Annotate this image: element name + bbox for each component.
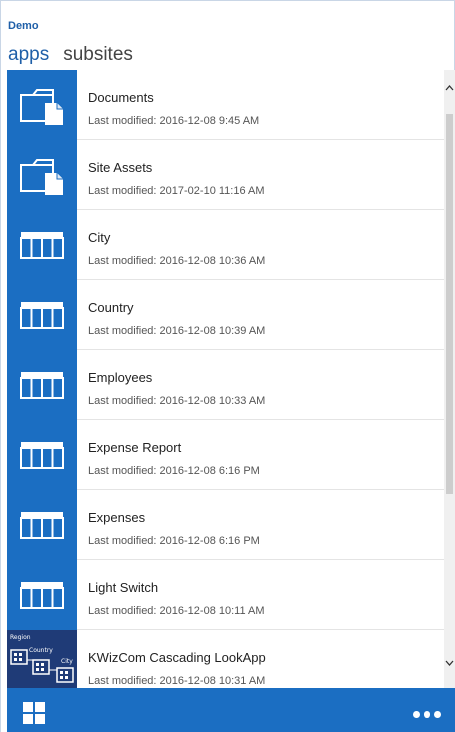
item-name: Employees [88,370,153,385]
cascading-lookup-app-icon: Region Country City [7,630,77,688]
list-table-icon [7,560,77,630]
dot [413,711,420,718]
list-item-kwizcom-cascading-lookapp[interactable]: Region Country City KWizCom Cascading Lo… [7,630,444,688]
dot [434,711,442,718]
item-name: Light Switch [88,580,159,595]
scroll-down-icon[interactable] [444,658,455,670]
list-table-icon [7,210,77,280]
item-name: City [88,230,111,245]
tab-apps[interactable]: apps [8,44,49,66]
tab-subsites[interactable]: subsites [63,44,133,66]
view-tabs: apps subsites [8,44,133,70]
item-name: Expense Report [88,440,182,455]
app-list: Documents Last modified: 2016-12-08 9:45… [7,70,444,688]
scrollbar-thumb[interactable] [446,114,453,494]
app-bar [7,688,455,732]
item-modified: Last modified: 2016-12-08 10:36 AM [88,255,266,267]
item-modified: Last modified: 2016-12-08 10:33 AM [88,395,266,407]
list-table-icon [7,280,77,350]
item-name: KWizCom Cascading LookApp [88,650,266,665]
list-item-city[interactable]: City Last modified: 2016-12-08 10:36 AM [7,210,444,280]
item-modified: Last modified: 2016-12-08 10:39 AM [88,325,266,337]
list-item-light-switch[interactable]: Light Switch Last modified: 2016-12-08 1… [7,560,444,630]
list-table-icon [7,420,77,490]
item-name: Documents [88,90,154,105]
item-modified: Last modified: 2017-02-10 11:16 AM [88,185,265,197]
dot [423,711,431,718]
item-modified: Last modified: 2016-12-08 9:45 AM [88,115,260,127]
list-item-expenses[interactable]: Expenses Last modified: 2016-12-08 6:16 … [7,490,444,560]
list-item-country[interactable]: Country Last modified: 2016-12-08 10:39 … [7,280,444,350]
item-name: Country [88,300,134,315]
folder-document-icon [7,140,77,210]
tiles-view-icon[interactable] [23,702,45,724]
scroll-up-icon[interactable] [444,82,455,94]
item-modified: Last modified: 2016-12-08 10:31 AM [88,675,266,687]
item-modified: Last modified: 2016-12-08 6:16 PM [88,535,260,547]
list-item-site-assets[interactable]: Site Assets Last modified: 2017-02-10 11… [7,140,444,210]
list-table-icon [7,350,77,420]
list-item-expense-report[interactable]: Expense Report Last modified: 2016-12-08… [7,420,444,490]
vertical-scrollbar[interactable] [444,70,455,688]
list-table-icon [7,490,77,560]
site-title[interactable]: Demo [8,20,39,32]
item-name: Expenses [88,510,146,525]
list-item-documents[interactable]: Documents Last modified: 2016-12-08 9:45… [7,70,444,140]
item-name: Site Assets [88,160,153,175]
item-modified: Last modified: 2016-12-08 6:16 PM [88,465,260,477]
folder-document-icon [7,70,77,140]
list-item-employees[interactable]: Employees Last modified: 2016-12-08 10:3… [7,350,444,420]
item-modified: Last modified: 2016-12-08 10:11 AM [88,605,265,617]
more-options-icon[interactable] [413,711,442,719]
